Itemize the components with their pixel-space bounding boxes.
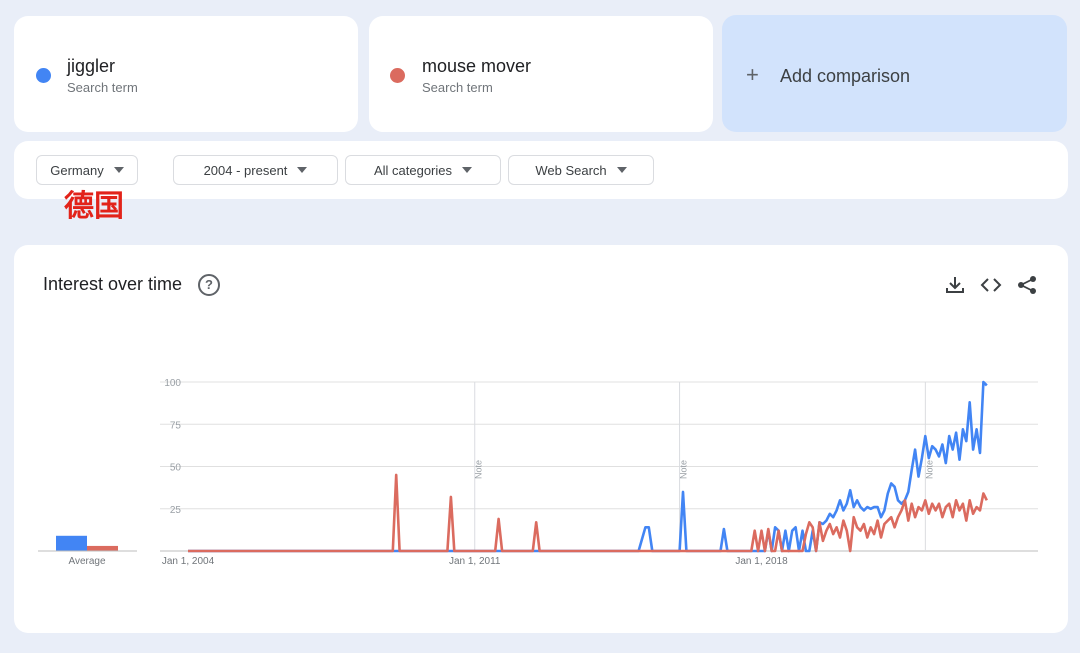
y-tick-label: 25 (170, 505, 182, 516)
average-bar (87, 545, 118, 551)
series-line-mouse-mover (188, 473, 988, 553)
y-tick-label: 75 (170, 420, 182, 431)
y-tick-label: 50 (170, 463, 182, 474)
average-label: Average (68, 556, 106, 567)
x-tick-label: Jan 1, 2011 (449, 556, 501, 567)
note-label: Note (474, 460, 484, 479)
interest-chart: 100 75 50 25 Note Note Note Jan 1, 2004 Jan 1, 2… (38, 378, 1038, 567)
note-label: Note (924, 460, 934, 479)
x-tick-label: Jan 1, 2004 (162, 556, 215, 567)
note-label: Note (679, 460, 689, 479)
x-tick-label: Jan 1, 2018 (735, 556, 788, 567)
y-tick-label: 100 (164, 378, 181, 389)
average-bar (56, 535, 87, 551)
